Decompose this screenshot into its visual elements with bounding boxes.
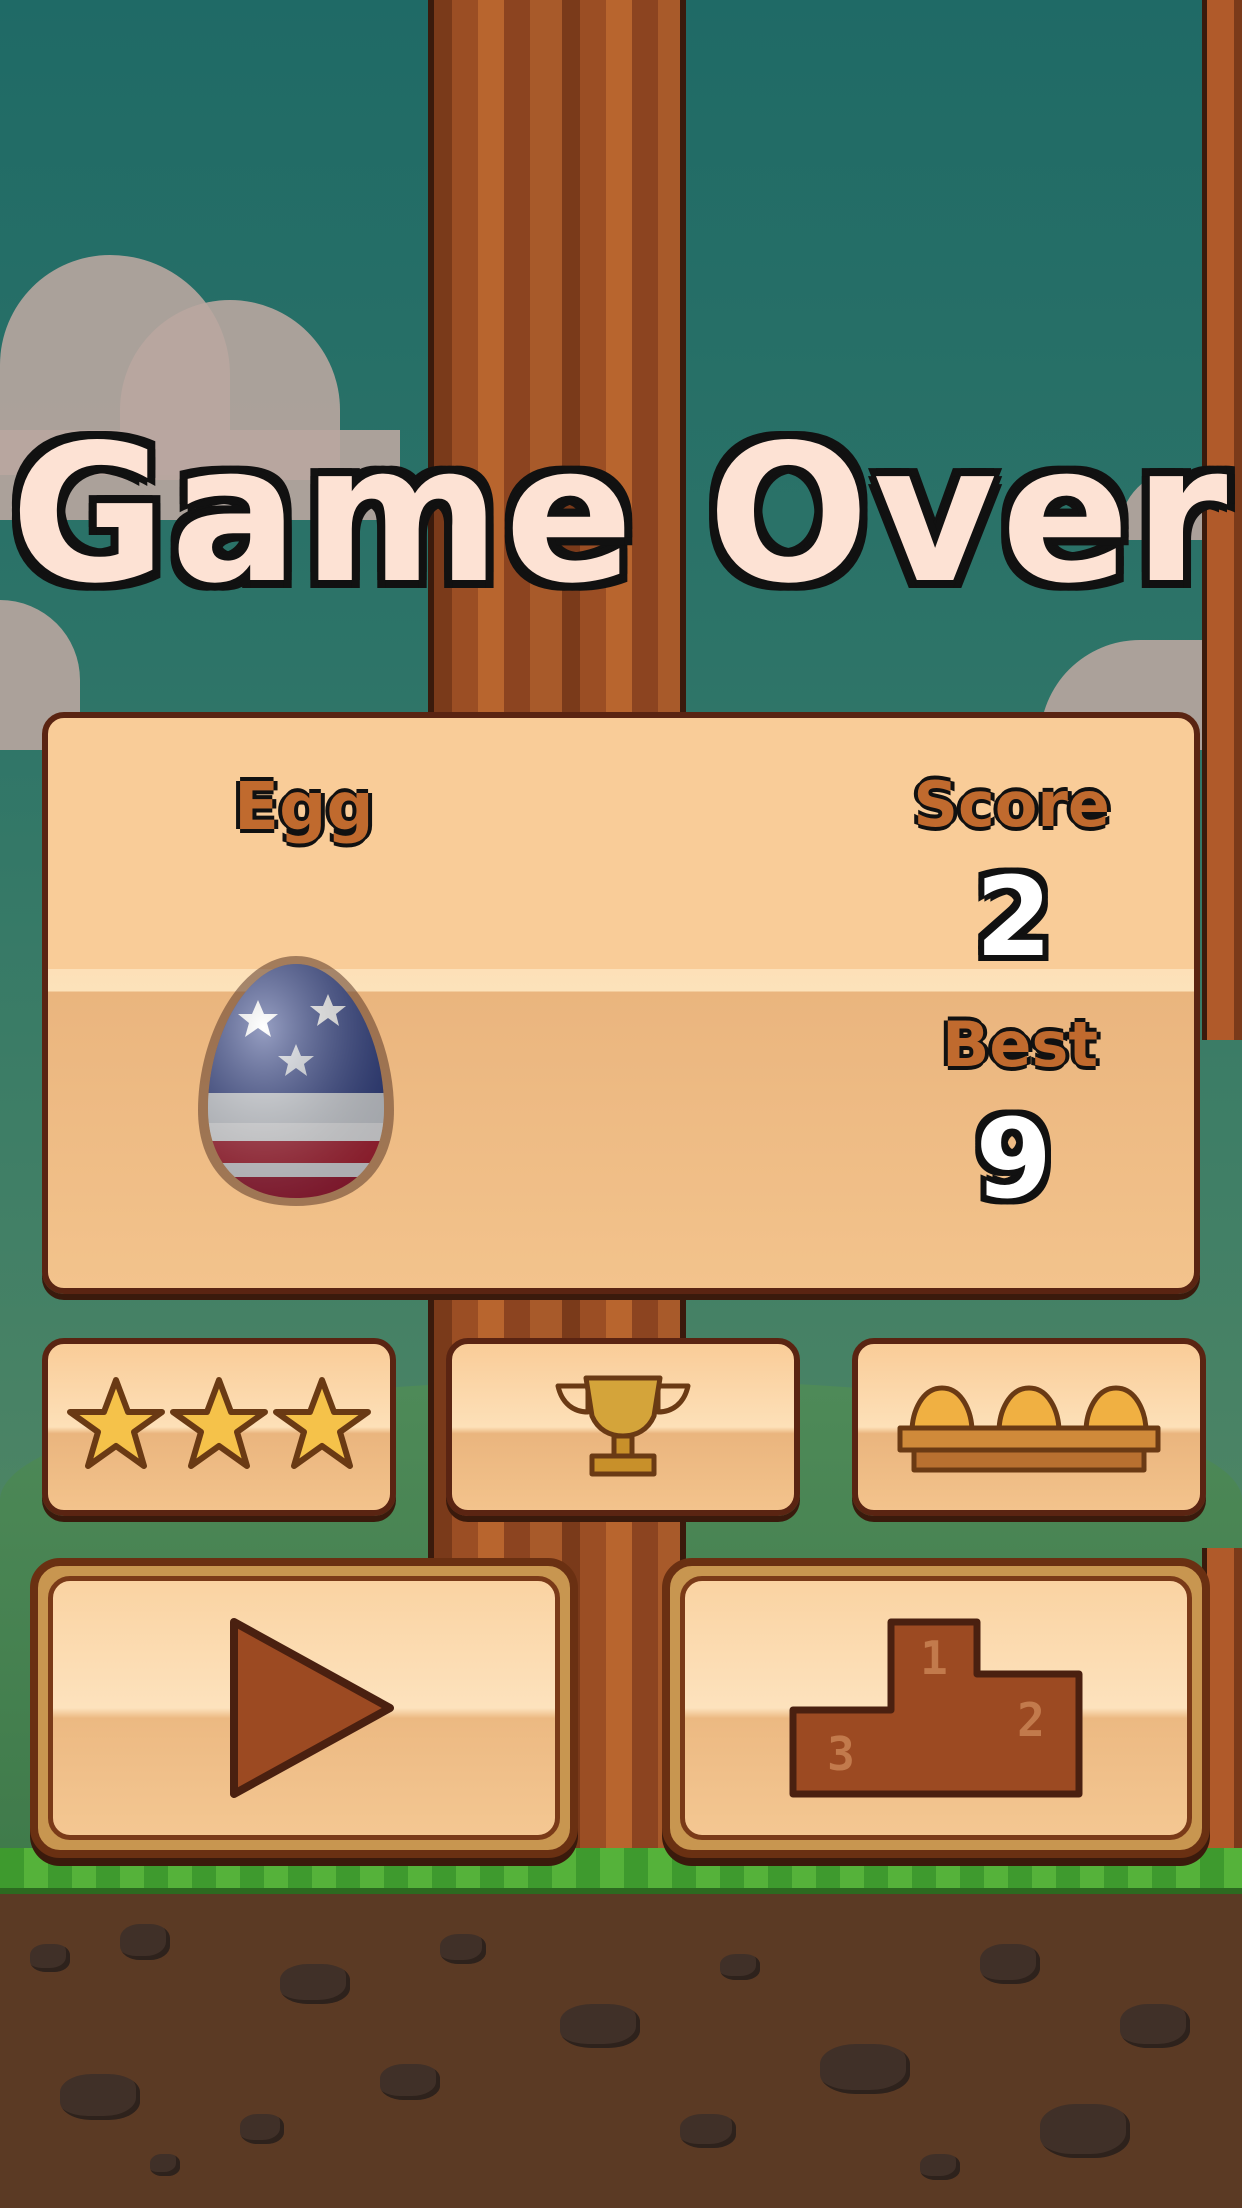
play-triangle-icon	[230, 1618, 394, 1798]
rate-button[interactable]	[42, 1338, 396, 1516]
trophy-icon	[555, 1375, 691, 1477]
american-flag-egg-icon	[188, 948, 404, 1214]
three-stars-icon	[67, 1377, 371, 1469]
podium-number-1: 1	[920, 1631, 948, 1685]
achievements-button[interactable]	[446, 1338, 800, 1516]
eggs-collection-button[interactable]	[852, 1338, 1206, 1516]
score-panel: Egg Score 2 Best 9	[42, 712, 1200, 1294]
podium-number-2: 2	[1017, 1693, 1045, 1747]
podium-number-3: 3	[827, 1727, 855, 1781]
dirt-ground	[0, 1894, 1242, 2208]
score-label: Score	[913, 768, 1110, 841]
best-label: Best	[942, 1008, 1098, 1081]
play-button[interactable]	[30, 1558, 578, 1858]
podium-icon: 1 2 3	[789, 1618, 1083, 1798]
egg-carton-icon	[897, 1385, 1161, 1473]
game-over-title: Game Over	[10, 404, 1232, 625]
best-score-value: 9	[975, 1095, 1052, 1223]
leaderboard-button[interactable]: 1 2 3	[662, 1558, 1210, 1858]
score-value: 2	[975, 853, 1052, 981]
egg-label: Egg	[234, 768, 374, 845]
